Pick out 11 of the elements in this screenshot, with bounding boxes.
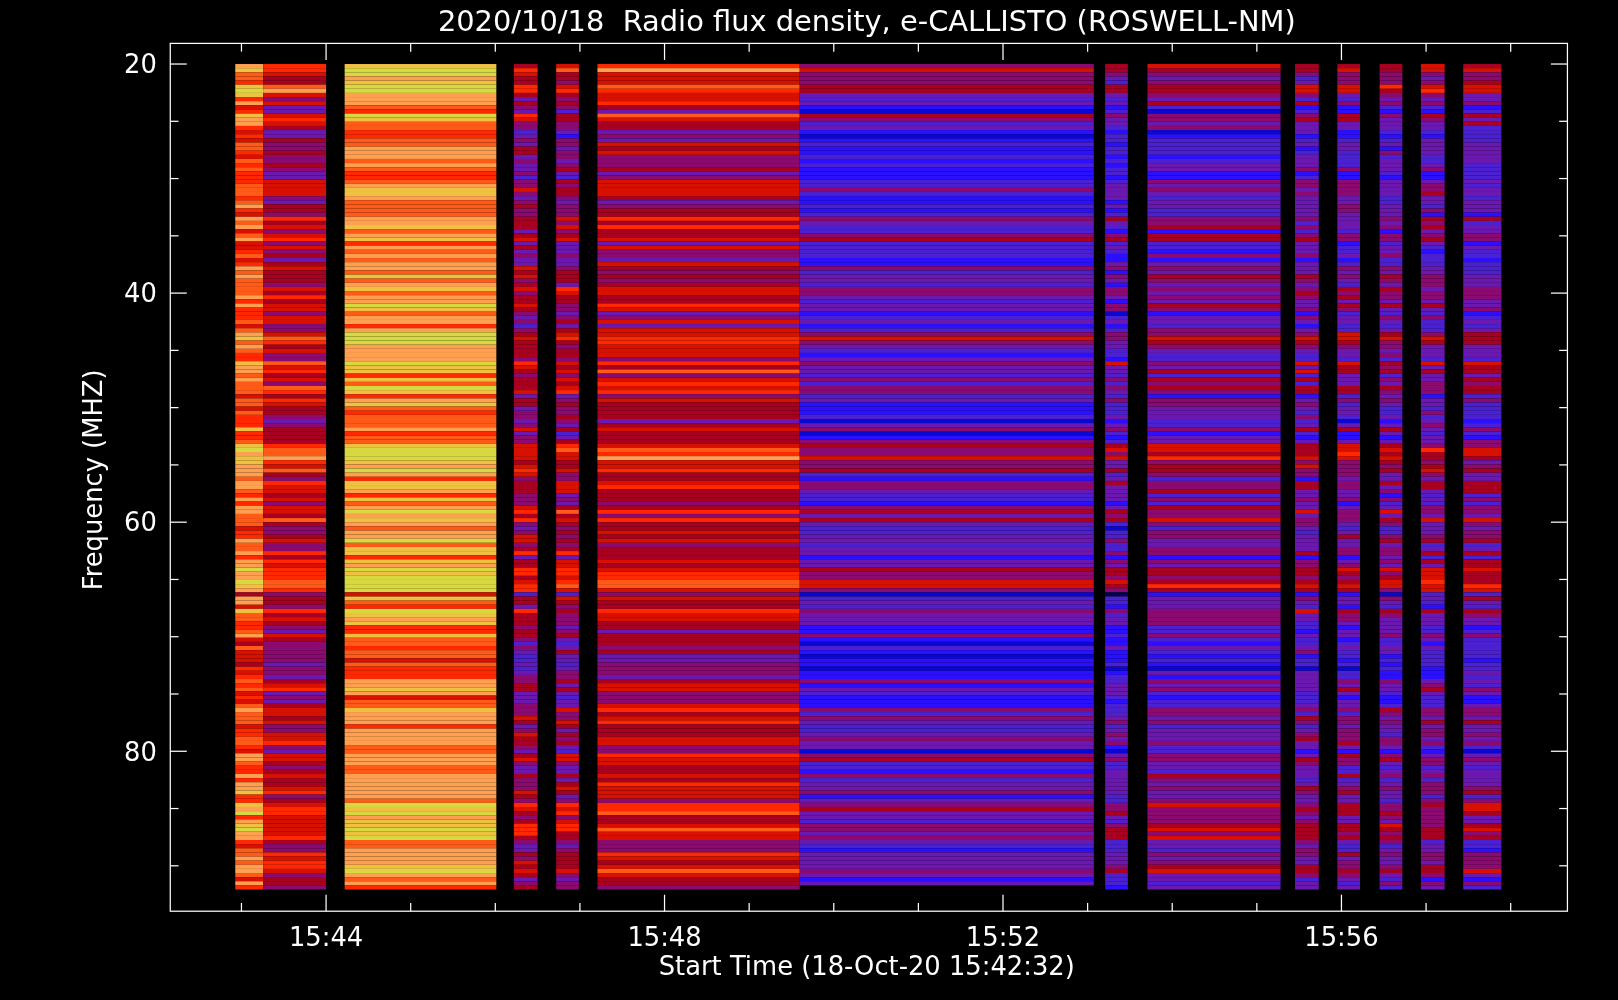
y-tick-label: 80 <box>124 736 157 767</box>
y-axis-label: Frequency (MHZ) <box>78 369 109 591</box>
y-tick-label: 40 <box>124 278 157 309</box>
x-tick-label: 15:52 <box>965 922 1041 953</box>
y-tick-label: 60 <box>124 507 157 538</box>
x-tick-label: 15:48 <box>627 922 702 953</box>
x-axis-label: Start Time (18-Oct-20 15:42:32) <box>658 951 1075 982</box>
x-tick-label: 15:44 <box>288 922 364 953</box>
chart-title: 2020/10/18 Radio flux density, e-CALLISTO (ROSWELL-NM) <box>437 4 1296 38</box>
x-tick-label: 15:56 <box>1304 922 1379 953</box>
y-tick-label: 20 <box>124 49 157 80</box>
